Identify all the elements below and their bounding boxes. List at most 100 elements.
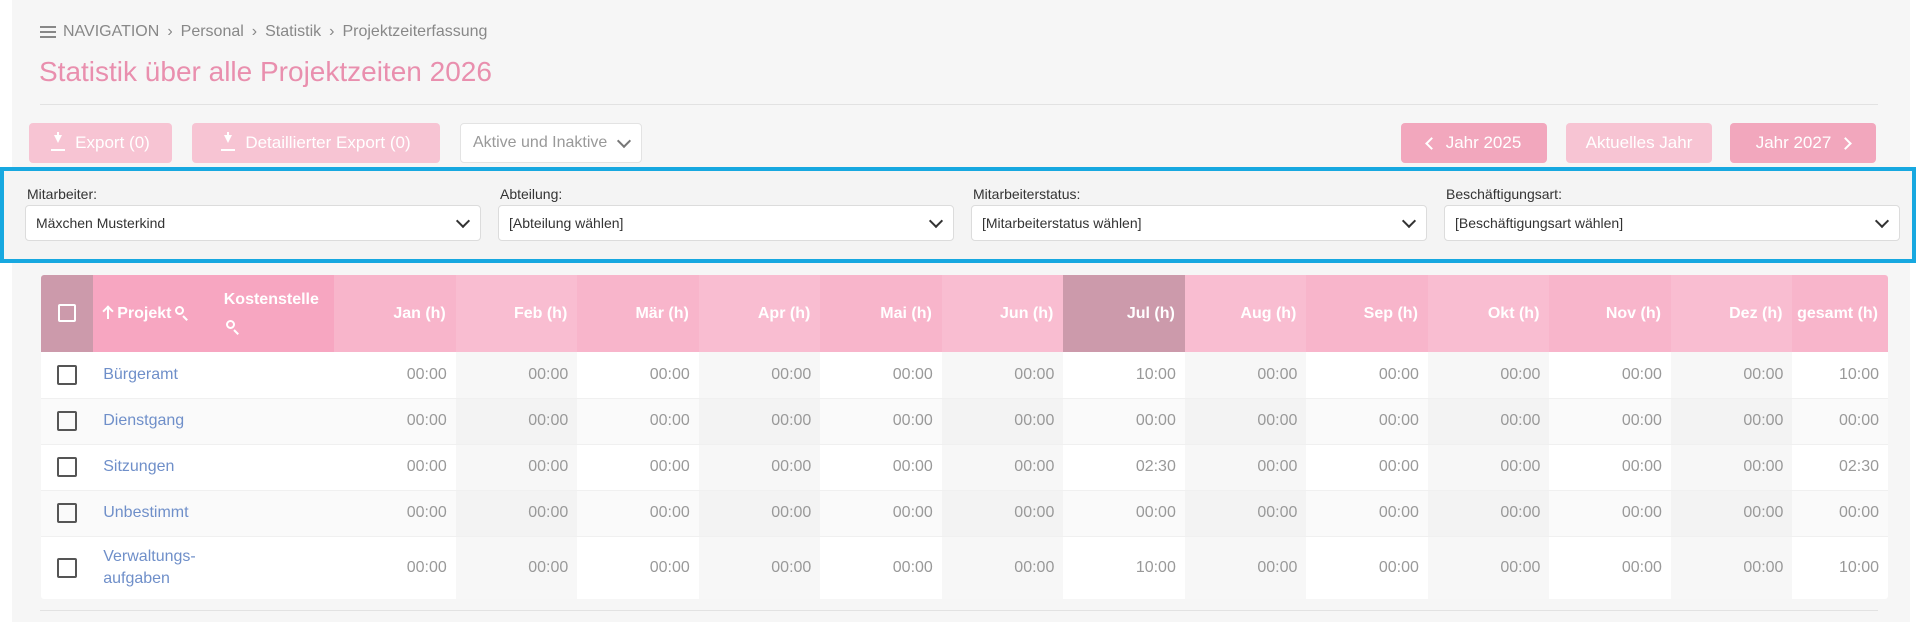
employment-filter: Beschäftigungsart: [Beschäftigungsart wä… — [1444, 185, 1900, 241]
month-hours-cell: 00:00 — [1184, 398, 1307, 445]
column-header-month[interactable]: Apr (h) — [698, 275, 821, 352]
month-hours-cell: 10:00 — [1063, 352, 1185, 399]
row-checkbox[interactable] — [57, 411, 78, 431]
column-header-month[interactable]: Dez (h) — [1670, 275, 1793, 352]
project-link[interactable]: Dienstgang — [103, 412, 184, 429]
chevron-down-icon — [928, 213, 944, 228]
select-all-checkbox[interactable] — [58, 304, 77, 323]
column-header-month[interactable]: Jun (h) — [941, 275, 1064, 352]
search-icon[interactable] — [175, 305, 189, 320]
month-hours-cell: 00:00 — [820, 536, 942, 599]
project-cell: Verwaltungs- aufgaben — [93, 536, 214, 599]
month-hours-cell: 00:00 — [820, 398, 942, 445]
export-button-label: Export (0) — [75, 133, 150, 152]
month-hours-cell: 00:00 — [1427, 398, 1550, 445]
search-icon[interactable] — [225, 319, 240, 334]
select-all-cell — [41, 275, 94, 352]
column-header-month[interactable]: Nov (h) — [1549, 275, 1671, 352]
row-checkbox[interactable] — [57, 503, 78, 523]
status-select[interactable]: [Mitarbeiterstatus wählen] — [971, 205, 1427, 241]
column-header-month[interactable]: Mai (h) — [820, 275, 942, 352]
column-header-total[interactable]: gesamt (h) — [1792, 275, 1888, 352]
column-header-month[interactable]: Jan (h) — [334, 275, 456, 352]
month-hours-cell: 00:00 — [941, 536, 1064, 599]
column-header-month[interactable]: Aug (h) — [1184, 275, 1307, 352]
month-hours-cell: 02:30 — [1063, 444, 1185, 491]
month-hours-cell: 00:00 — [820, 490, 942, 537]
active-filter-value: Aktive und Inaktive — [473, 134, 608, 151]
month-hours-cell: 00:00 — [1306, 490, 1428, 537]
month-hours-cell: 00:00 — [577, 398, 699, 445]
employee-select-value: Mäxchen Musterkind — [36, 215, 166, 231]
breadcrumb: NAVIGATION › Personal › Statistik › Proj… — [40, 22, 487, 42]
chevron-down-icon — [1874, 213, 1890, 228]
employee-filter: Mitarbeiter: Mäxchen Musterkind — [25, 185, 481, 241]
month-hours-cell: 00:00 — [577, 536, 699, 599]
breadcrumb-navigation[interactable]: NAVIGATION — [63, 23, 159, 41]
divider — [40, 104, 1878, 105]
column-header-month[interactable]: Sep (h) — [1306, 275, 1428, 352]
project-link[interactable]: Bürgeramt — [103, 366, 178, 383]
employment-filter-label: Beschäftigungsart: — [1446, 186, 1562, 202]
breadcrumb-statistik[interactable]: Statistik — [265, 23, 321, 41]
chevron-down-icon — [455, 213, 471, 228]
current-year-button[interactable]: Aktuelles Jahr — [1566, 123, 1712, 163]
month-hours-cell: 00:00 — [1427, 444, 1550, 491]
month-hours-cell: 00:00 — [1427, 352, 1550, 399]
project-time-table: Projekt Kostenstelle Jan (h) Feb (h) Mär… — [41, 275, 1888, 599]
project-link[interactable]: Unbestimmt — [103, 504, 188, 521]
detailed-export-button[interactable]: Detaillierter Export (0) — [192, 123, 440, 163]
cost-center-cell — [213, 490, 335, 537]
prev-year-button[interactable]: Jahr 2025 — [1401, 123, 1547, 163]
total-hours-cell: 10:00 — [1792, 352, 1888, 399]
month-hours-cell: 00:00 — [1184, 444, 1307, 491]
employee-select[interactable]: Mäxchen Musterkind — [25, 205, 481, 241]
row-checkbox[interactable] — [57, 457, 78, 477]
project-cell: Sitzungen — [93, 444, 214, 491]
row-checkbox[interactable] — [57, 558, 78, 578]
column-header-month[interactable]: Okt (h) — [1427, 275, 1550, 352]
chevron-right-icon: › — [167, 23, 173, 40]
department-filter: Abteilung: [Abteilung wählen] — [498, 185, 954, 241]
employment-select[interactable]: [Beschäftigungsart wählen] — [1444, 205, 1900, 241]
project-link[interactable]: Sitzungen — [103, 458, 174, 475]
chevron-right-icon: › — [251, 23, 258, 40]
column-header-cost-center[interactable]: Kostenstelle — [213, 275, 335, 352]
total-hours-cell: 10:00 — [1792, 536, 1888, 599]
month-hours-cell: 00:00 — [455, 444, 578, 491]
month-hours-cell: 00:00 — [1427, 490, 1550, 537]
month-hours-cell: 00:00 — [820, 444, 942, 491]
table-row: Sitzungen 00:00 00:00 00:00 00:00 00:00 00:00 0… — [41, 444, 1888, 491]
breadcrumb-projektzeiterfassung[interactable]: Projektzeiterfassung — [342, 23, 487, 41]
column-header-project[interactable]: Projekt — [93, 275, 214, 352]
export-button[interactable]: Export (0) — [29, 123, 172, 163]
project-cell: Unbestimmt — [93, 490, 214, 537]
status-select-value: [Mitarbeiterstatus wählen] — [982, 215, 1142, 231]
column-header-cost-center-label: Kostenstelle — [223, 290, 319, 308]
column-header-month[interactable]: Mär (h) — [577, 275, 699, 352]
cost-center-cell — [213, 444, 335, 491]
month-hours-cell: 00:00 — [941, 490, 1064, 537]
row-checkbox[interactable] — [57, 364, 78, 385]
month-hours-cell: 00:00 — [334, 536, 456, 599]
next-year-label: Jahr 2027 — [1755, 133, 1832, 152]
month-hours-cell: 00:00 — [1184, 536, 1307, 599]
month-hours-cell: 00:00 — [1549, 398, 1671, 445]
table-header-row: Projekt Kostenstelle Jan (h) Feb (h) Mär… — [41, 275, 1888, 352]
active-filter-select[interactable]: Aktive und Inaktive — [460, 123, 642, 163]
table-row: Verwaltungs- aufgaben 00:00 00:00 00:00 00:0… — [41, 536, 1888, 599]
month-hours-cell: 00:00 — [1306, 398, 1428, 445]
breadcrumb-personal[interactable]: Personal — [181, 23, 244, 41]
month-hours-cell: 00:00 — [820, 352, 942, 399]
month-hours-cell: 00:00 — [1549, 490, 1671, 537]
hamburger-menu-icon[interactable] — [40, 26, 56, 38]
column-header-month[interactable]: Jul (h) — [1063, 275, 1185, 352]
chevron-left-icon — [1424, 136, 1438, 150]
department-select[interactable]: [Abteilung wählen] — [498, 205, 954, 241]
month-hours-cell: 00:00 — [1184, 490, 1307, 537]
project-link[interactable]: Verwaltungs- aufgaben — [103, 548, 196, 587]
next-year-button[interactable]: Jahr 2027 — [1730, 123, 1876, 163]
detailed-export-button-label: Detaillierter Export (0) — [245, 133, 411, 152]
column-header-month[interactable]: Feb (h) — [455, 275, 578, 352]
cost-center-cell — [213, 352, 335, 399]
